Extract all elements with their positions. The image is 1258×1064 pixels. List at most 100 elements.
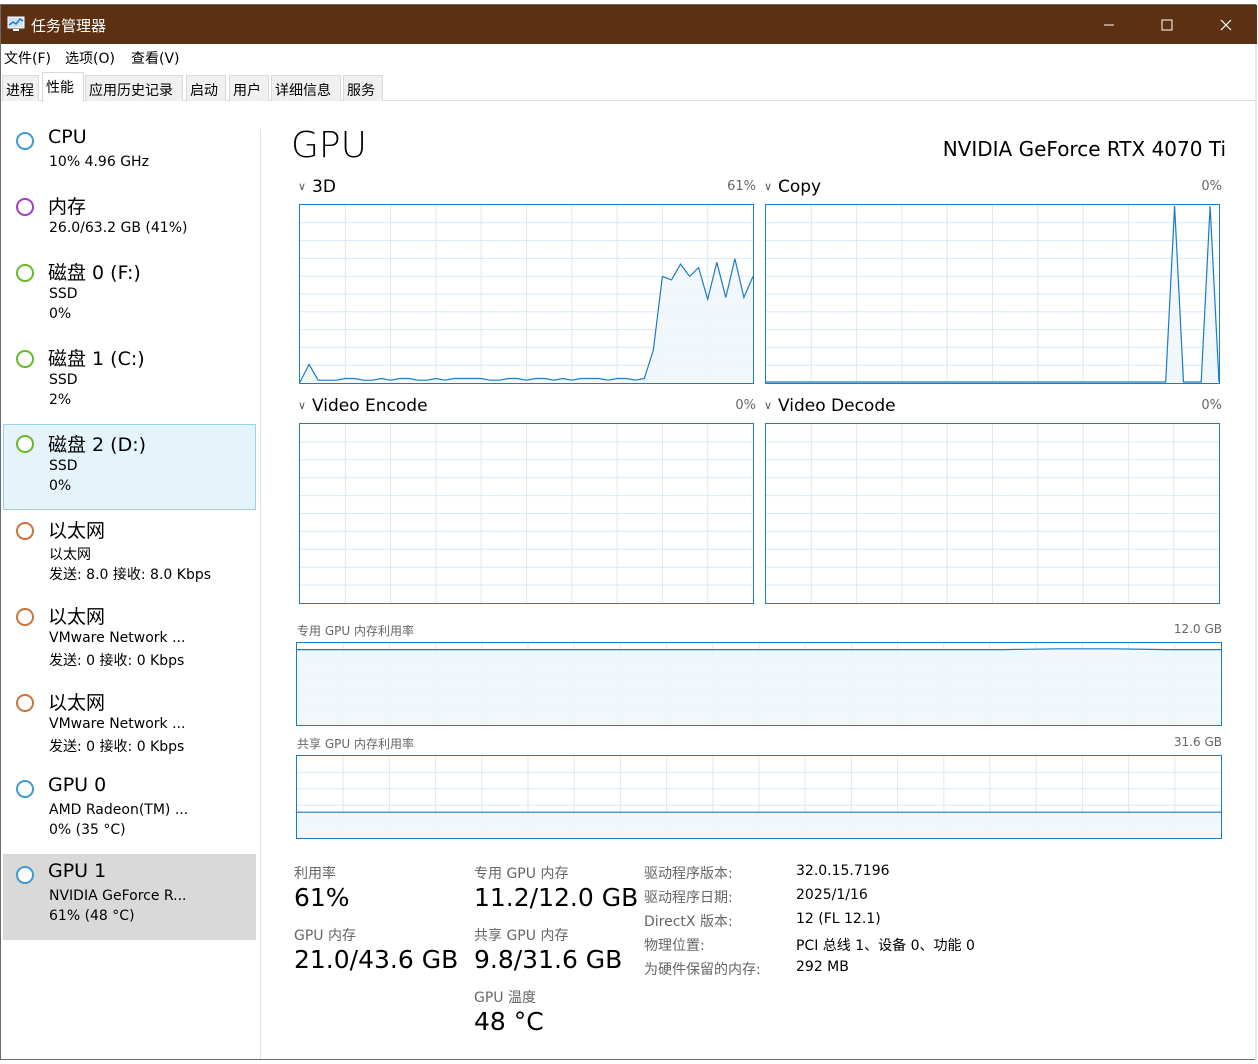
disk-indicator-icon: [16, 350, 34, 368]
g1-svg: [766, 205, 1219, 383]
close-icon: [1220, 19, 1232, 30]
hardware-reserved-memory-label: 为硬件保留的内存:: [644, 962, 761, 978]
sidebar-item-detail: NVIDIA GeForce R...: [49, 888, 187, 904]
sidebar-item-name: CPU: [48, 126, 87, 148]
sidebar-item-usage: 发送: 0 接收: 0 Kbps: [49, 653, 185, 669]
tab-details[interactable]: 详细信息: [271, 75, 341, 101]
sidebar-item-usage: 0%: [49, 306, 72, 322]
tab-strip: 进程 性能 应用历史记录 启动 用户 详细信息 服务: [1, 71, 1257, 102]
graph-copy-label: Copy: [778, 177, 822, 197]
sidebar-item-ethernet-vmware-2[interactable]: 以太网 VMware Network ... 发送: 0 接收: 0 Kbps: [3, 685, 256, 771]
sidebar-item-disk-0[interactable]: 磁盘 0 (F:) SSD 0%: [3, 255, 256, 341]
sidebar-divider[interactable]: [260, 129, 261, 1059]
task-manager-icon: [7, 16, 25, 31]
gpu-indicator-icon: [16, 780, 34, 798]
graph-3d-label: 3D: [312, 177, 336, 197]
g2-svg: [300, 424, 753, 603]
sidebar-item-usage: 发送: 8.0 接收: 8.0 Kbps: [49, 567, 212, 583]
window-title: 任务管理器: [31, 17, 107, 35]
sidebar-item-gpu-0[interactable]: GPU 0 AMD Radeon(TM) ... 0% (35 °C): [3, 771, 256, 857]
dedicated-gpu-memory-label: 专用 GPU 内存: [474, 866, 569, 882]
graph-copy-selector[interactable]: ∨ Copy: [764, 177, 821, 197]
sidebar-item-detail: VMware Network ...: [49, 716, 186, 732]
graph-video-decode-label: Video Decode: [778, 396, 896, 416]
menu-options[interactable]: 选项(O): [65, 48, 115, 68]
sidebar-item-detail: SSD: [49, 372, 78, 388]
sidebar-item-usage: 0% (35 °C): [49, 822, 126, 838]
minimize-icon: [1104, 24, 1114, 25]
tab-startup[interactable]: 启动: [186, 75, 226, 101]
graph-video-encode-selector[interactable]: ∨ Video Encode: [298, 396, 428, 416]
graph-video-encode: [299, 423, 754, 604]
directx-version-value: 12 (FL 12.1): [796, 911, 881, 927]
tab-processes[interactable]: 进程: [2, 75, 39, 101]
physical-location-label: 物理位置:: [644, 938, 705, 954]
graph-video-decode: [765, 423, 1220, 604]
sidebar-item-disk-1[interactable]: 磁盘 1 (C:) SSD 2%: [3, 341, 256, 427]
tab-app-history[interactable]: 应用历史记录: [85, 75, 183, 101]
chevron-down-icon: ∨: [764, 180, 773, 193]
graph-3d-selector[interactable]: ∨ 3D: [298, 177, 336, 197]
gpu-indicator-icon: [16, 866, 34, 884]
sidebar-item-name: 以太网: [48, 692, 106, 714]
dedicated-gpu-memory-value: 11.2/12.0 GB: [474, 883, 639, 912]
graph-3d: [299, 204, 754, 384]
task-manager-window: 任务管理器 文件(F) 选项(O) 查看(V) 进程 性能 应用历史记录 启动 …: [0, 4, 1257, 1061]
title-bar[interactable]: 任务管理器: [1, 5, 1257, 44]
sidebar-item-ethernet-vmware-1[interactable]: 以太网 VMware Network ... 发送: 0 接收: 0 Kbps: [3, 599, 256, 685]
menu-view[interactable]: 查看(V): [131, 48, 180, 68]
sidebar-item-name: 内存: [48, 196, 87, 218]
g0-svg: [300, 205, 753, 383]
sidebar-item-name: 磁盘 2 (D:): [48, 434, 147, 456]
sidebar-item-detail: 26.0/63.2 GB (41%): [49, 220, 188, 236]
tab-services[interactable]: 服务: [343, 75, 383, 101]
driver-date-value: 2025/1/16: [796, 887, 868, 903]
cpu-indicator-icon: [16, 132, 34, 150]
minimize-button[interactable]: [1080, 5, 1138, 44]
ethernet-indicator-icon: [16, 522, 34, 540]
graph-video-decode-percent: 0%: [1201, 398, 1222, 413]
graph-3d-percent: 61%: [727, 179, 756, 194]
driver-version-value: 32.0.15.7196: [796, 863, 890, 879]
tab-users[interactable]: 用户: [229, 75, 269, 101]
g5-svg: [297, 756, 1221, 838]
sidebar-item-detail: SSD: [49, 286, 78, 302]
sidebar-item-detail: SSD: [49, 458, 78, 474]
ethernet-indicator-icon: [16, 694, 34, 712]
gpu-memory-label: GPU 内存: [294, 928, 356, 944]
sidebar-item-gpu-1[interactable]: GPU 1 NVIDIA GeForce R... 61% (48 °C): [3, 854, 256, 940]
maximize-button[interactable]: [1138, 5, 1196, 44]
utilization-value: 61%: [294, 883, 350, 912]
shared-memory-label: 共享 GPU 内存利用率: [297, 737, 414, 751]
gpu-temperature-label: GPU 温度: [474, 990, 536, 1006]
chevron-down-icon: ∨: [298, 180, 307, 193]
close-button[interactable]: [1197, 5, 1255, 44]
sidebar-item-detail: VMware Network ...: [49, 630, 186, 646]
page-title: GPU: [291, 125, 367, 166]
sidebar-item-name: 磁盘 0 (F:): [48, 262, 141, 284]
tab-performance[interactable]: 性能: [42, 72, 84, 102]
sidebar-item-usage: 2%: [49, 392, 72, 408]
driver-date-label: 驱动程序日期:: [644, 890, 733, 906]
utilization-label: 利用率: [294, 866, 336, 882]
sidebar-item-usage: 发送: 0 接收: 0 Kbps: [49, 739, 185, 755]
gpu-model-name: NVIDIA GeForce RTX 4070 Ti: [942, 137, 1226, 161]
graph-area: [297, 812, 1221, 838]
chevron-down-icon: ∨: [298, 399, 307, 412]
maximize-icon: [1161, 19, 1173, 30]
physical-location-value: PCI 总线 1、设备 0、功能 0: [796, 938, 975, 954]
ethernet-indicator-icon: [16, 608, 34, 626]
sidebar-item-ethernet[interactable]: 以太网 以太网 发送: 8.0 接收: 8.0 Kbps: [3, 513, 256, 599]
g3-svg: [766, 424, 1219, 603]
menu-file[interactable]: 文件(F): [4, 48, 51, 68]
shared-gpu-memory-label: 共享 GPU 内存: [474, 928, 569, 944]
sidebar-item-name: GPU 0: [48, 774, 107, 796]
graph-video-decode-selector[interactable]: ∨ Video Decode: [764, 396, 896, 416]
gpu-temperature-value: 48 °C: [474, 1007, 544, 1036]
sidebar-item-name: 以太网: [48, 606, 106, 628]
shared-memory-total: 31.6 GB: [1173, 735, 1222, 749]
sidebar-item-disk-2[interactable]: 磁盘 2 (D:) SSD 0%: [3, 424, 256, 510]
memory-indicator-icon: [16, 198, 34, 216]
sidebar-item-detail: 10% 4.96 GHz: [49, 154, 149, 170]
window-right-edge: [1255, 44, 1257, 1061]
